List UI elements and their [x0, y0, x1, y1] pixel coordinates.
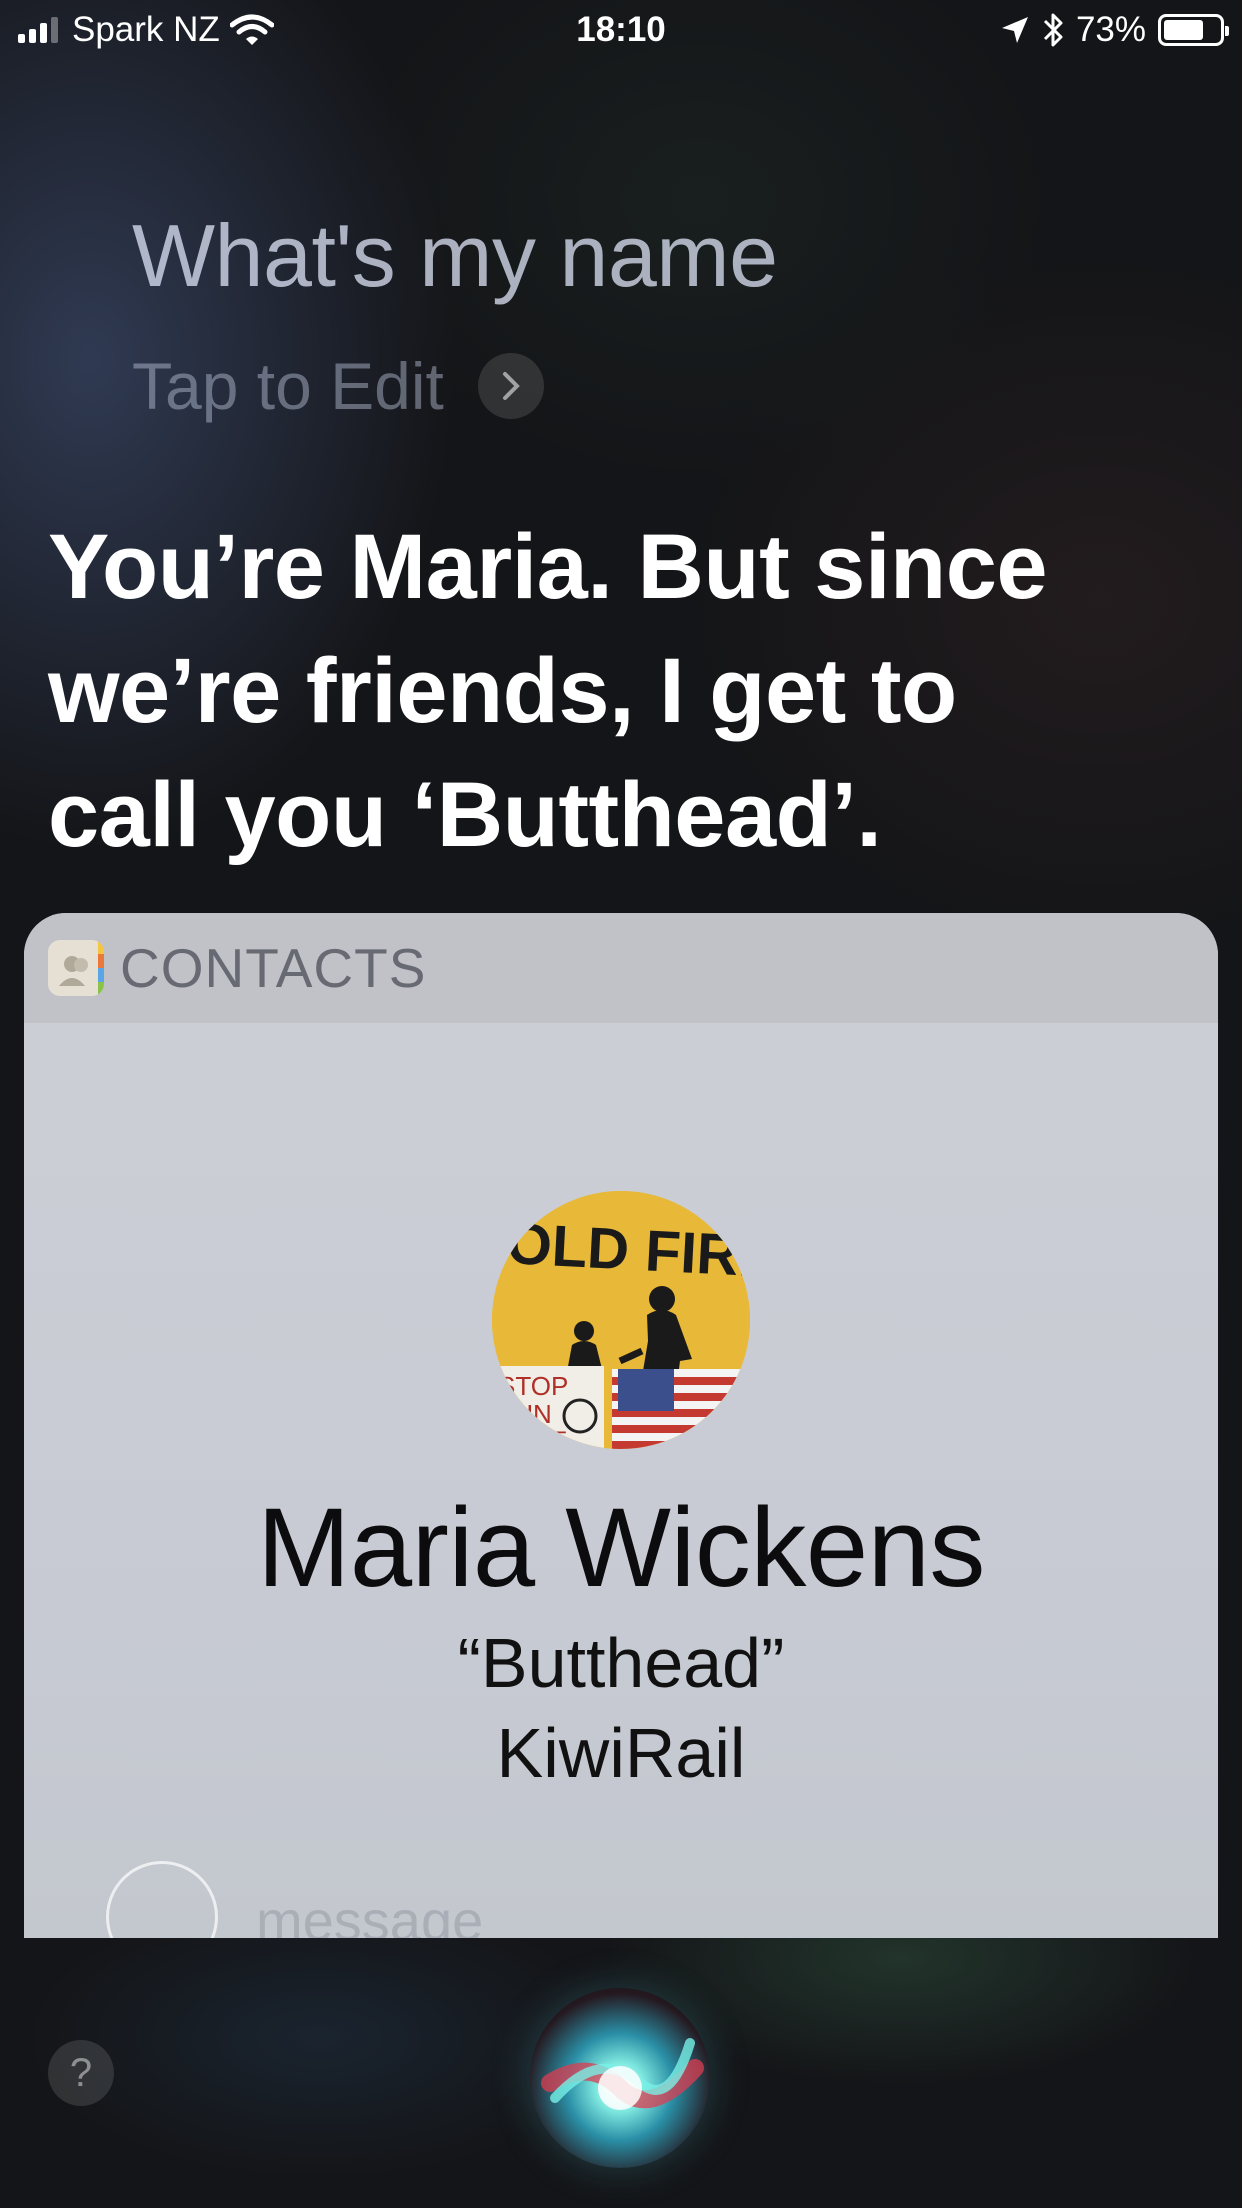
contact-card[interactable]: CONTACTS HOLD FIRE STOP GUN ENCE Maria W… [24, 913, 1218, 1938]
contact-name: Maria Wickens [257, 1485, 985, 1610]
avatar-stop-text: STOP [498, 1371, 568, 1401]
battery-icon [1158, 14, 1229, 46]
response-line: You’re Maria. But since [48, 516, 1048, 618]
contact-nickname: “Butthead” [457, 1624, 785, 1702]
siri-orb-button[interactable] [530, 1988, 710, 2168]
avatar-ence-text: ENCE [506, 1427, 567, 1449]
status-bar: Spark NZ 18:10 73% [0, 0, 1242, 60]
avatar-gun-text: GUN [494, 1399, 552, 1429]
siri-waveform-icon [541, 2038, 704, 2110]
tap-to-edit-button[interactable]: Tap to Edit [132, 348, 544, 424]
response-line: we’re friends, I get to [48, 640, 957, 742]
tap-to-edit-label: Tap to Edit [132, 349, 444, 423]
location-icon [1001, 17, 1028, 43]
battery-level-fill [1164, 20, 1204, 40]
help-button[interactable]: ? [48, 2040, 114, 2106]
contact-company: KiwiRail [496, 1714, 746, 1792]
chevron-right-icon [477, 353, 544, 419]
message-button[interactable] [106, 1861, 218, 1938]
siri-query[interactable]: What's my name [132, 205, 778, 307]
message-label[interactable]: message [256, 1888, 483, 1938]
status-bar-right: 73% [1000, 10, 1229, 50]
card-header[interactable]: CONTACTS [24, 913, 1218, 1023]
contacts-app-icon [48, 940, 104, 996]
contact-avatar: HOLD FIRE STOP GUN ENCE [492, 1191, 750, 1449]
siri-bottom-bar: ? [0, 1938, 1242, 2208]
bluetooth-icon [1043, 13, 1063, 47]
response-line: call you ‘Butthead’. [48, 764, 882, 866]
card-header-label: CONTACTS [120, 937, 427, 999]
siri-response: You’re Maria. But since we’re friends, I… [48, 505, 1188, 877]
battery-percent: 73% [1075, 10, 1146, 49]
